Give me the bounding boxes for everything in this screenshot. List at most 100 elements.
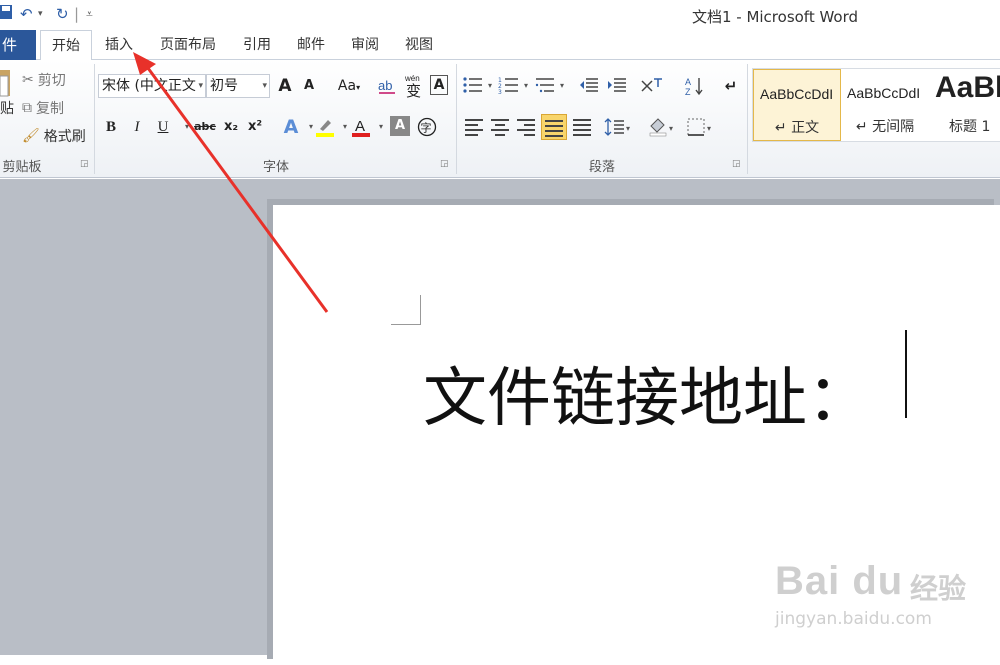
style-sample: AaBbCcDdI xyxy=(760,86,834,102)
document-text[interactable]: 文件链接地址： xyxy=(423,347,871,439)
style-sample: AaBl xyxy=(935,71,1000,104)
title-bar: ↶ ▾ ↻ | ⩡ 文档1 - Microsoft Word xyxy=(0,0,1000,30)
italic-button[interactable]: I xyxy=(126,116,148,138)
bullets-icon xyxy=(463,77,482,93)
numbering-button[interactable]: 123 xyxy=(498,75,520,97)
increase-indent-button[interactable] xyxy=(606,75,628,97)
sort-icon: AZ xyxy=(685,77,703,97)
grow-font-button[interactable]: A xyxy=(274,75,296,97)
copy-button[interactable]: ⧉ 复制 xyxy=(22,98,64,118)
numbering-icon: 123 xyxy=(498,77,518,96)
baidu-watermark: Bai du 经验 jingyan.baidu.com xyxy=(775,553,995,633)
watermark-url: jingyan.baidu.com xyxy=(775,609,932,629)
strikethrough-button[interactable]: abc xyxy=(192,116,218,138)
sort-button[interactable]: AZ xyxy=(684,75,706,97)
svg-text:A: A xyxy=(355,118,365,135)
font-size-select[interactable]: 初号 ▾ xyxy=(206,74,270,98)
chevron-down-icon[interactable]: ▾ xyxy=(38,5,43,23)
ribbon-tabs: 件 开始 插入 页面布局 引用 邮件 审阅 视图 xyxy=(0,30,1000,61)
bullets-button[interactable] xyxy=(462,75,484,97)
chevron-down-icon: ▾ xyxy=(198,81,203,91)
scissors-icon: ✂ xyxy=(22,72,34,88)
align-center-button[interactable] xyxy=(488,116,512,138)
line-spacing-icon: ▾ xyxy=(604,118,630,136)
styles-gallery: AaBbCcDdI ↵ 正文 AaBbCcDdI ↵ 无间隔 AaBl 标题 1 xyxy=(752,68,1000,142)
cut-button[interactable]: ✂ 剪切 xyxy=(22,70,66,90)
highlight-button[interactable] xyxy=(314,116,336,138)
svg-text:▾: ▾ xyxy=(626,124,630,133)
redo-icon[interactable]: ↻ xyxy=(56,5,69,23)
undo-icon[interactable]: ↶ xyxy=(20,5,33,23)
chevron-down-icon[interactable]: ▾ xyxy=(484,75,496,97)
character-shading-button[interactable]: A xyxy=(390,116,410,136)
clear-formatting-icon[interactable]: ab xyxy=(376,75,398,97)
increase-indent-icon xyxy=(608,78,626,92)
format-painter-button[interactable]: 🖌 格式刷 xyxy=(22,126,86,146)
paste-icon xyxy=(0,70,10,97)
subscript-button[interactable]: x₂ xyxy=(220,116,242,138)
chinese-layout-button[interactable] xyxy=(640,75,666,97)
tab-references[interactable]: 引用 xyxy=(234,30,280,60)
superscript-button[interactable]: x² xyxy=(244,116,266,138)
chevron-down-icon: ▾ xyxy=(262,81,267,91)
character-border-button[interactable]: A xyxy=(430,75,448,95)
underline-button[interactable]: U xyxy=(152,116,174,138)
chevron-down-icon[interactable]: ▾ xyxy=(370,116,392,138)
dialog-launcher-icon[interactable]: ◲ xyxy=(80,159,89,169)
align-left-button[interactable] xyxy=(462,116,486,138)
tab-page-layout[interactable]: 页面布局 xyxy=(150,30,226,60)
multilevel-list-button[interactable] xyxy=(534,75,556,97)
enclose-char: 字 xyxy=(421,121,432,135)
shrink-font-button[interactable]: A xyxy=(298,75,320,97)
copy-icon: ⧉ xyxy=(22,100,32,116)
tab-mailings[interactable]: 邮件 xyxy=(288,30,334,60)
tab-review[interactable]: 审阅 xyxy=(342,30,388,60)
style-sample: AaBbCcDdI xyxy=(847,85,921,101)
change-case-button[interactable]: Aa▾ xyxy=(334,75,364,97)
ribbon: 贴 ✂ 剪切 ⧉ 复制 🖌 格式刷 剪贴板 ◲ 宋体 (中文正文 ▾ 初号 ▾ A A A… xyxy=(0,60,1000,178)
dialog-launcher-icon[interactable]: ◲ xyxy=(732,159,741,169)
svg-text:Z: Z xyxy=(685,87,691,97)
dialog-launcher-icon[interactable]: ◲ xyxy=(440,159,449,169)
align-right-button[interactable] xyxy=(514,116,538,138)
shading-button[interactable]: ▾ xyxy=(648,117,678,139)
borders-button[interactable]: ▾ xyxy=(686,117,716,139)
svg-text:3: 3 xyxy=(498,89,502,95)
text-cursor xyxy=(905,330,907,418)
tab-insert[interactable]: 插入 xyxy=(96,30,142,60)
phonetic-char: 变 xyxy=(406,82,421,98)
distributed-button[interactable] xyxy=(570,116,594,138)
decrease-indent-icon xyxy=(580,78,598,92)
svg-text:▾: ▾ xyxy=(669,124,673,133)
show-marks-icon[interactable]: ↵ xyxy=(720,75,742,97)
chinese-layout-icon xyxy=(641,78,662,92)
tab-view[interactable]: 视图 xyxy=(396,30,442,60)
style-no-spacing[interactable]: AaBbCcDdI ↵ 无间隔 xyxy=(841,69,929,141)
svg-text:A: A xyxy=(685,77,691,87)
chevron-down-icon[interactable]: ▾ xyxy=(520,75,532,97)
highlighter-icon xyxy=(316,120,334,137)
phonetic-guide-button[interactable]: wén 变 xyxy=(404,72,428,100)
group-label-font: 字体 xyxy=(262,160,289,175)
bold-button[interactable]: B xyxy=(100,116,122,138)
style-heading-1[interactable]: AaBl 标题 1 xyxy=(929,69,1000,141)
save-icon[interactable] xyxy=(0,4,14,22)
tab-file[interactable]: 件 xyxy=(0,30,36,60)
svg-text:▾: ▾ xyxy=(707,124,711,133)
paintbrush-icon: 🖌 xyxy=(22,128,40,144)
font-color-button[interactable]: A xyxy=(350,116,372,138)
justify-button[interactable] xyxy=(541,114,567,140)
chevron-down-icon[interactable]: ▾ xyxy=(556,75,568,97)
divider xyxy=(94,64,95,174)
style-name: ↵ 正文 xyxy=(774,120,820,136)
decrease-indent-button[interactable] xyxy=(578,75,600,97)
line-spacing-button[interactable]: ▾ xyxy=(604,117,632,139)
paste-button[interactable]: 贴 xyxy=(0,68,14,118)
font-name-select[interactable]: 宋体 (中文正文 ▾ xyxy=(98,74,206,98)
tab-home[interactable]: 开始 xyxy=(40,30,92,61)
text-effects-button[interactable]: A xyxy=(280,116,302,138)
enclose-characters-button[interactable]: 字 xyxy=(416,116,438,138)
border-icon: ▾ xyxy=(687,118,711,136)
style-normal[interactable]: AaBbCcDdI ↵ 正文 xyxy=(753,69,841,141)
customize-icon[interactable]: ⩡ xyxy=(86,5,93,23)
